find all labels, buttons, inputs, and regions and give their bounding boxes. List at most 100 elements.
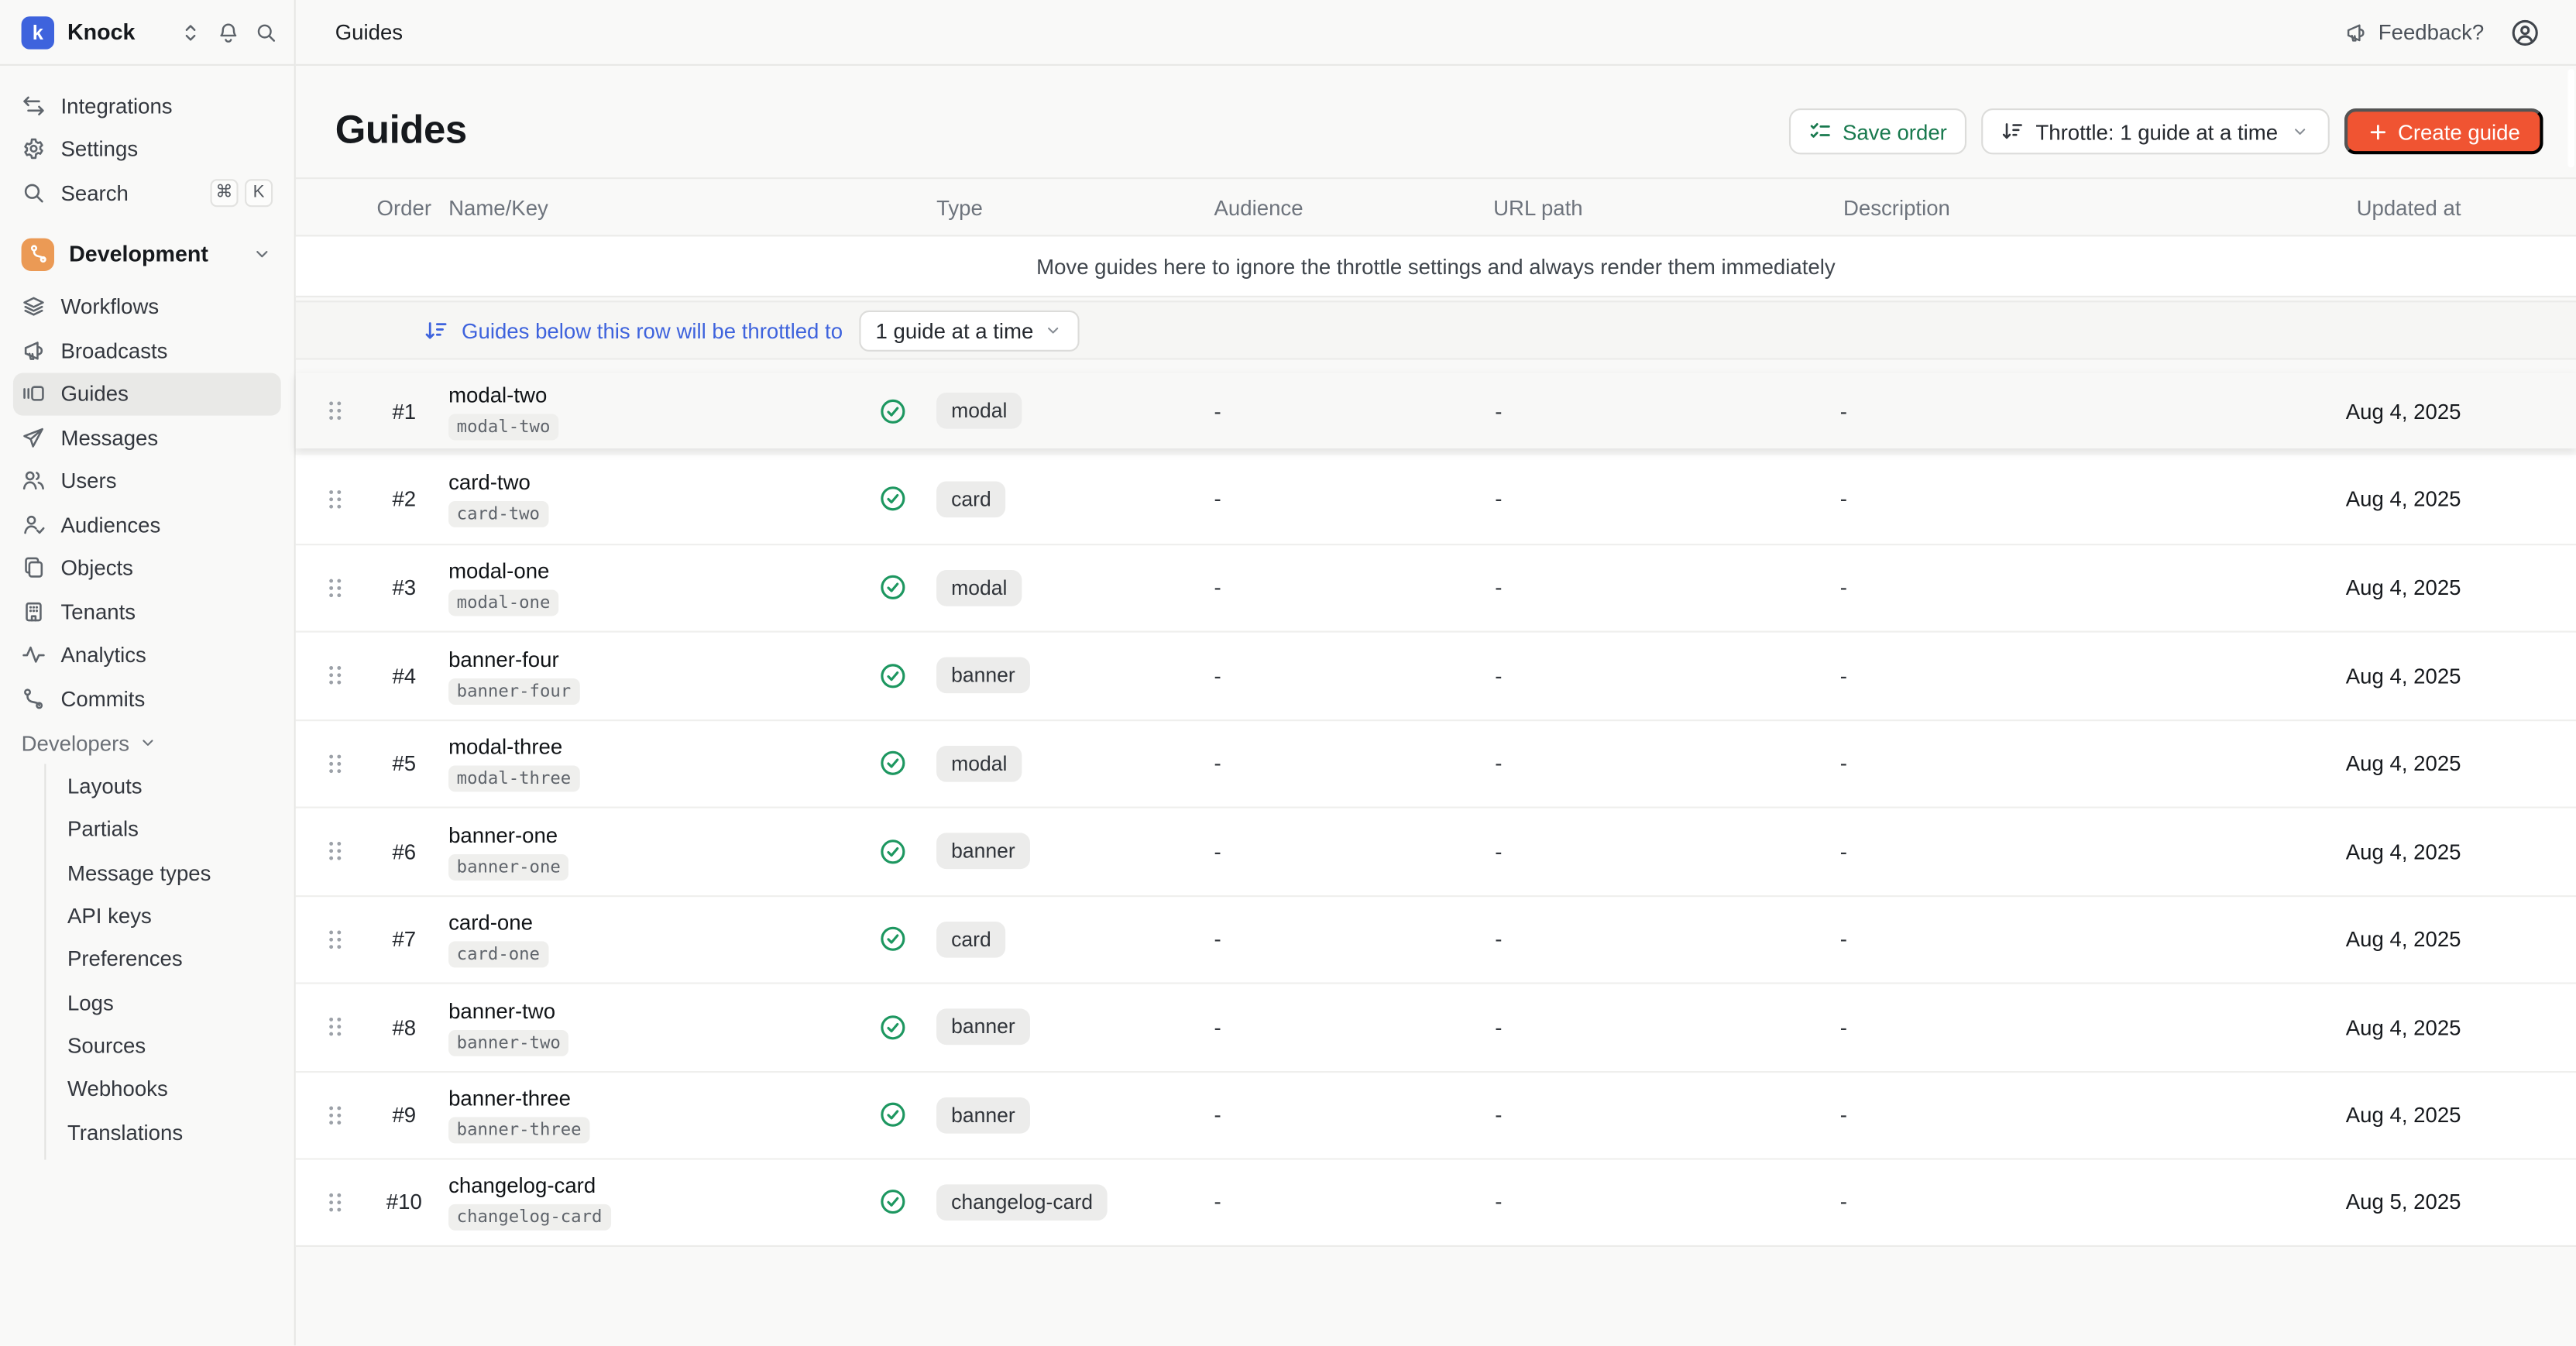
row-updated-at: Aug 4, 2025 <box>2248 751 2461 776</box>
building-icon <box>22 599 61 624</box>
activity-pulse-icon <box>22 643 61 668</box>
sidebar-item-analytics[interactable]: Analytics <box>13 634 281 677</box>
guide-name[interactable]: modal-one <box>448 559 879 584</box>
sidebar-item-integrations[interactable]: Integrations <box>13 84 281 127</box>
sidebar-item-partials[interactable]: Partials <box>46 808 294 851</box>
topbar: Guides Feedback? <box>296 0 2576 66</box>
chevron-down-icon <box>2289 122 2309 141</box>
drag-handle-icon[interactable] <box>296 1015 365 1039</box>
notifications-bell-icon[interactable] <box>217 21 240 44</box>
sidebar-item-sources[interactable]: Sources <box>46 1024 294 1067</box>
row-description: - <box>1832 575 2248 600</box>
table-row[interactable]: #10 changelog-cardchangelog-card changel… <box>296 1158 2576 1245</box>
guide-name[interactable]: banner-two <box>448 998 879 1023</box>
feedback-button[interactable]: Feedback? <box>2344 19 2484 44</box>
checklist-icon <box>1808 120 1831 143</box>
page-title: Guides <box>335 108 1788 154</box>
column-header-type[interactable]: Type <box>936 194 1206 219</box>
sidebar-item-workflows[interactable]: Workflows <box>13 285 281 328</box>
sidebar-item-message-types[interactable]: Message types <box>46 851 294 894</box>
avatar[interactable] <box>2510 17 2540 46</box>
table-row[interactable]: #2 card-twocard-two card - - - Aug 4, 20… <box>296 455 2576 543</box>
row-audience: - <box>1206 1015 1487 1039</box>
sidebar-item-api-keys[interactable]: API keys <box>46 894 294 938</box>
row-url-path: - <box>1487 398 1832 423</box>
drag-handle-icon[interactable] <box>296 928 365 951</box>
sidebar-item-objects[interactable]: Objects <box>13 546 281 589</box>
sidebar-item-webhooks[interactable]: Webhooks <box>46 1067 294 1111</box>
breadcrumb[interactable]: Guides <box>335 19 403 44</box>
drag-handle-icon[interactable] <box>296 752 365 775</box>
column-header-url-path[interactable]: URL path <box>1487 194 1832 219</box>
guide-type-badge: modal <box>936 570 1022 606</box>
table-row[interactable]: #7 card-onecard-one card - - - Aug 4, 20… <box>296 894 2576 982</box>
drag-handle-icon[interactable] <box>296 1104 365 1127</box>
workspace-logo[interactable]: k <box>22 15 54 48</box>
status-active-icon <box>879 1101 907 1129</box>
copy-pages-icon <box>22 555 61 580</box>
sidebar-item-settings[interactable]: Settings <box>13 127 281 170</box>
column-header-updated-at[interactable]: Updated at <box>2248 194 2461 219</box>
sidebar-item-logs[interactable]: Logs <box>46 980 294 1024</box>
create-guide-button[interactable]: Create guide <box>2344 108 2543 154</box>
guide-name[interactable]: changelog-card <box>448 1173 879 1198</box>
column-header-description[interactable]: Description <box>1832 194 2248 219</box>
status-active-icon <box>879 1188 907 1216</box>
drag-handle-icon[interactable] <box>296 840 365 863</box>
table-row[interactable]: #8 banner-twobanner-two banner - - - Aug… <box>296 982 2576 1070</box>
sidebar-item-preferences[interactable]: Preferences <box>46 938 294 981</box>
guide-name[interactable]: banner-one <box>448 822 879 847</box>
throttle-value-dropdown[interactable]: 1 guide at a time <box>859 310 1080 351</box>
sidebar-item-users[interactable]: Users <box>13 459 281 503</box>
table-row[interactable]: #1 modal-twomodal-two modal - - - Aug 4,… <box>296 373 2576 449</box>
sidebar-item-broadcasts[interactable]: Broadcasts <box>13 328 281 372</box>
megaphone-icon <box>22 338 61 362</box>
table-row[interactable]: #9 banner-threebanner-three banner - - -… <box>296 1070 2576 1158</box>
drag-handle-icon[interactable] <box>296 576 365 599</box>
sidebar-item-guides[interactable]: Guides <box>13 372 281 415</box>
guide-key-badge: banner-two <box>448 1029 568 1056</box>
guide-type-badge: modal <box>936 393 1022 429</box>
drag-handle-icon[interactable] <box>296 664 365 687</box>
environment-switcher[interactable]: Development <box>13 229 281 279</box>
row-description: - <box>1832 486 2248 511</box>
workspace-switcher-icon[interactable] <box>179 21 202 44</box>
column-header-name-key[interactable]: Name/Key <box>444 194 879 219</box>
guide-name[interactable]: banner-three <box>448 1087 879 1111</box>
guide-name[interactable]: modal-three <box>448 735 879 760</box>
sidebar-item-layouts[interactable]: Layouts <box>46 764 294 808</box>
developers-section-toggle[interactable]: Developers <box>0 722 294 763</box>
drag-handle-icon[interactable] <box>296 1190 365 1214</box>
sidebar-item-commits[interactable]: Commits <box>13 677 281 720</box>
chevron-down-icon <box>1043 321 1063 340</box>
drag-handle-icon[interactable] <box>296 487 365 510</box>
scrollbar-thumb[interactable] <box>2567 69 2574 167</box>
guide-name[interactable]: card-one <box>448 911 879 936</box>
guide-name[interactable]: modal-two <box>448 382 879 407</box>
table-row[interactable]: #3 modal-onemodal-one modal - - - Aug 4,… <box>296 543 2576 630</box>
guide-name[interactable]: card-two <box>448 470 879 495</box>
search-icon[interactable] <box>255 21 278 44</box>
sidebar-item-translations[interactable]: Translations <box>46 1111 294 1154</box>
sidebar-item-search[interactable]: Search ⌘ K <box>13 171 281 215</box>
drag-handle-icon[interactable] <box>296 399 365 422</box>
sidebar-item-messages[interactable]: Messages <box>13 416 281 459</box>
column-header-order[interactable]: Order <box>365 194 444 219</box>
save-order-button[interactable]: Save order <box>1788 108 1966 154</box>
unthrottled-drop-zone[interactable]: Move guides here to ignore the throttle … <box>296 236 2576 297</box>
column-header-audience[interactable]: Audience <box>1206 194 1487 219</box>
table-row[interactable]: #5 modal-threemodal-three modal - - - Au… <box>296 719 2576 806</box>
row-description: - <box>1832 927 2248 952</box>
main-area: Guides Feedback? Guides Save order Throt <box>296 0 2576 1345</box>
table-row[interactable]: #4 banner-fourbanner-four banner - - - A… <box>296 631 2576 719</box>
sidebar-item-tenants[interactable]: Tenants <box>13 590 281 634</box>
throttle-dropdown-button[interactable]: Throttle: 1 guide at a time <box>1981 108 2328 154</box>
environment-branch-icon <box>22 238 54 270</box>
guide-name[interactable]: banner-four <box>448 647 879 671</box>
megaphone-icon <box>2344 21 2367 44</box>
workspace-name[interactable]: Knock <box>67 19 179 44</box>
workspace-header: k Knock <box>0 0 294 66</box>
status-active-icon <box>879 397 907 424</box>
table-row[interactable]: #6 banner-onebanner-one banner - - - Aug… <box>296 806 2576 894</box>
sidebar-item-audiences[interactable]: Audiences <box>13 503 281 546</box>
